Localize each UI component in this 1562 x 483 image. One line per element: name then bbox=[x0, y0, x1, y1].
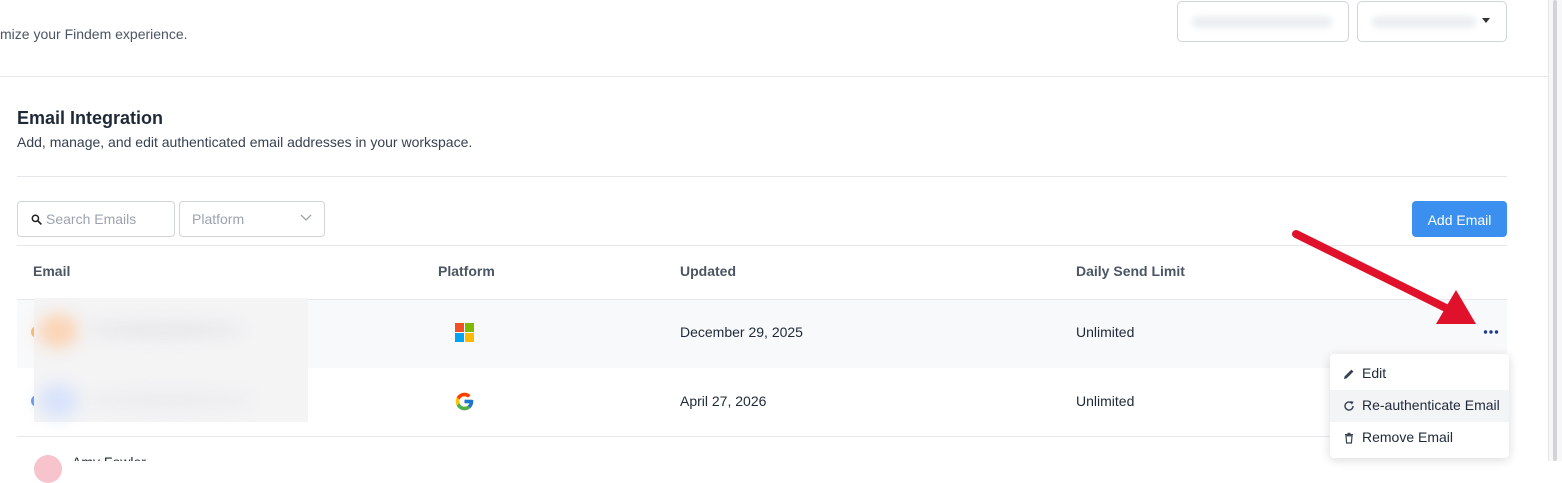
menu-item-label: Edit bbox=[1362, 365, 1387, 381]
menu-item-label: Remove Email bbox=[1362, 429, 1454, 445]
redacted-label bbox=[1372, 16, 1476, 28]
user-name: Amy Fowler bbox=[72, 453, 146, 461]
redacted-email-area bbox=[34, 298, 308, 422]
section-description: Add, manage, and edit authenticated emai… bbox=[17, 134, 473, 150]
search-input[interactable] bbox=[46, 202, 168, 236]
menu-item-reauthenticate[interactable]: Re-authenticate Email bbox=[1330, 390, 1509, 422]
row-actions-menu: Edit Re-authenticate Email Remove Email bbox=[1330, 354, 1509, 458]
google-icon bbox=[455, 392, 474, 411]
annotation-arrow bbox=[1292, 230, 1476, 324]
scrollbar-thumb[interactable] bbox=[1553, 0, 1557, 461]
redacted-avatar bbox=[38, 384, 78, 418]
updated-date: December 29, 2025 bbox=[680, 324, 803, 340]
menu-item-label: Re-authenticate Email bbox=[1362, 397, 1500, 413]
search-box[interactable] bbox=[17, 201, 175, 237]
scrollbar[interactable] bbox=[1548, 0, 1562, 461]
column-header-platform[interactable]: Platform bbox=[438, 263, 495, 279]
daily-send-limit: Unlimited bbox=[1076, 324, 1135, 340]
top-dropdown-button[interactable] bbox=[1357, 1, 1507, 42]
column-header-updated[interactable]: Updated bbox=[680, 263, 736, 279]
chevron-down-icon bbox=[300, 214, 312, 221]
pencil-icon bbox=[1344, 369, 1354, 379]
section-title: Email Integration bbox=[17, 108, 164, 128]
menu-item-edit[interactable]: Edit bbox=[1330, 358, 1509, 390]
top-action-button[interactable] bbox=[1177, 1, 1349, 42]
redacted-text bbox=[84, 392, 254, 408]
refresh-icon bbox=[1344, 401, 1354, 411]
top-bar: mize your Findem experience. bbox=[0, 0, 1548, 77]
redacted-label bbox=[1192, 16, 1332, 28]
page-subtitle: mize your Findem experience. bbox=[0, 26, 188, 42]
platform-select[interactable]: Platform bbox=[179, 201, 325, 237]
microsoft-icon bbox=[455, 323, 474, 342]
updated-date: April 27, 2026 bbox=[680, 393, 767, 409]
divider bbox=[17, 176, 1507, 177]
redacted-avatar bbox=[38, 314, 78, 348]
avatar bbox=[34, 455, 62, 483]
column-header-daily-send-limit[interactable]: Daily Send Limit bbox=[1076, 263, 1185, 279]
divider bbox=[17, 245, 1507, 246]
trash-icon bbox=[1345, 432, 1353, 444]
daily-send-limit: Unlimited bbox=[1076, 393, 1135, 409]
menu-item-remove[interactable]: Remove Email bbox=[1330, 422, 1509, 454]
platform-select-label: Platform bbox=[192, 211, 245, 227]
search-icon bbox=[31, 214, 42, 225]
caret-down-icon bbox=[1482, 18, 1490, 23]
redacted-text bbox=[84, 322, 244, 338]
column-header-email[interactable]: Email bbox=[33, 263, 70, 279]
